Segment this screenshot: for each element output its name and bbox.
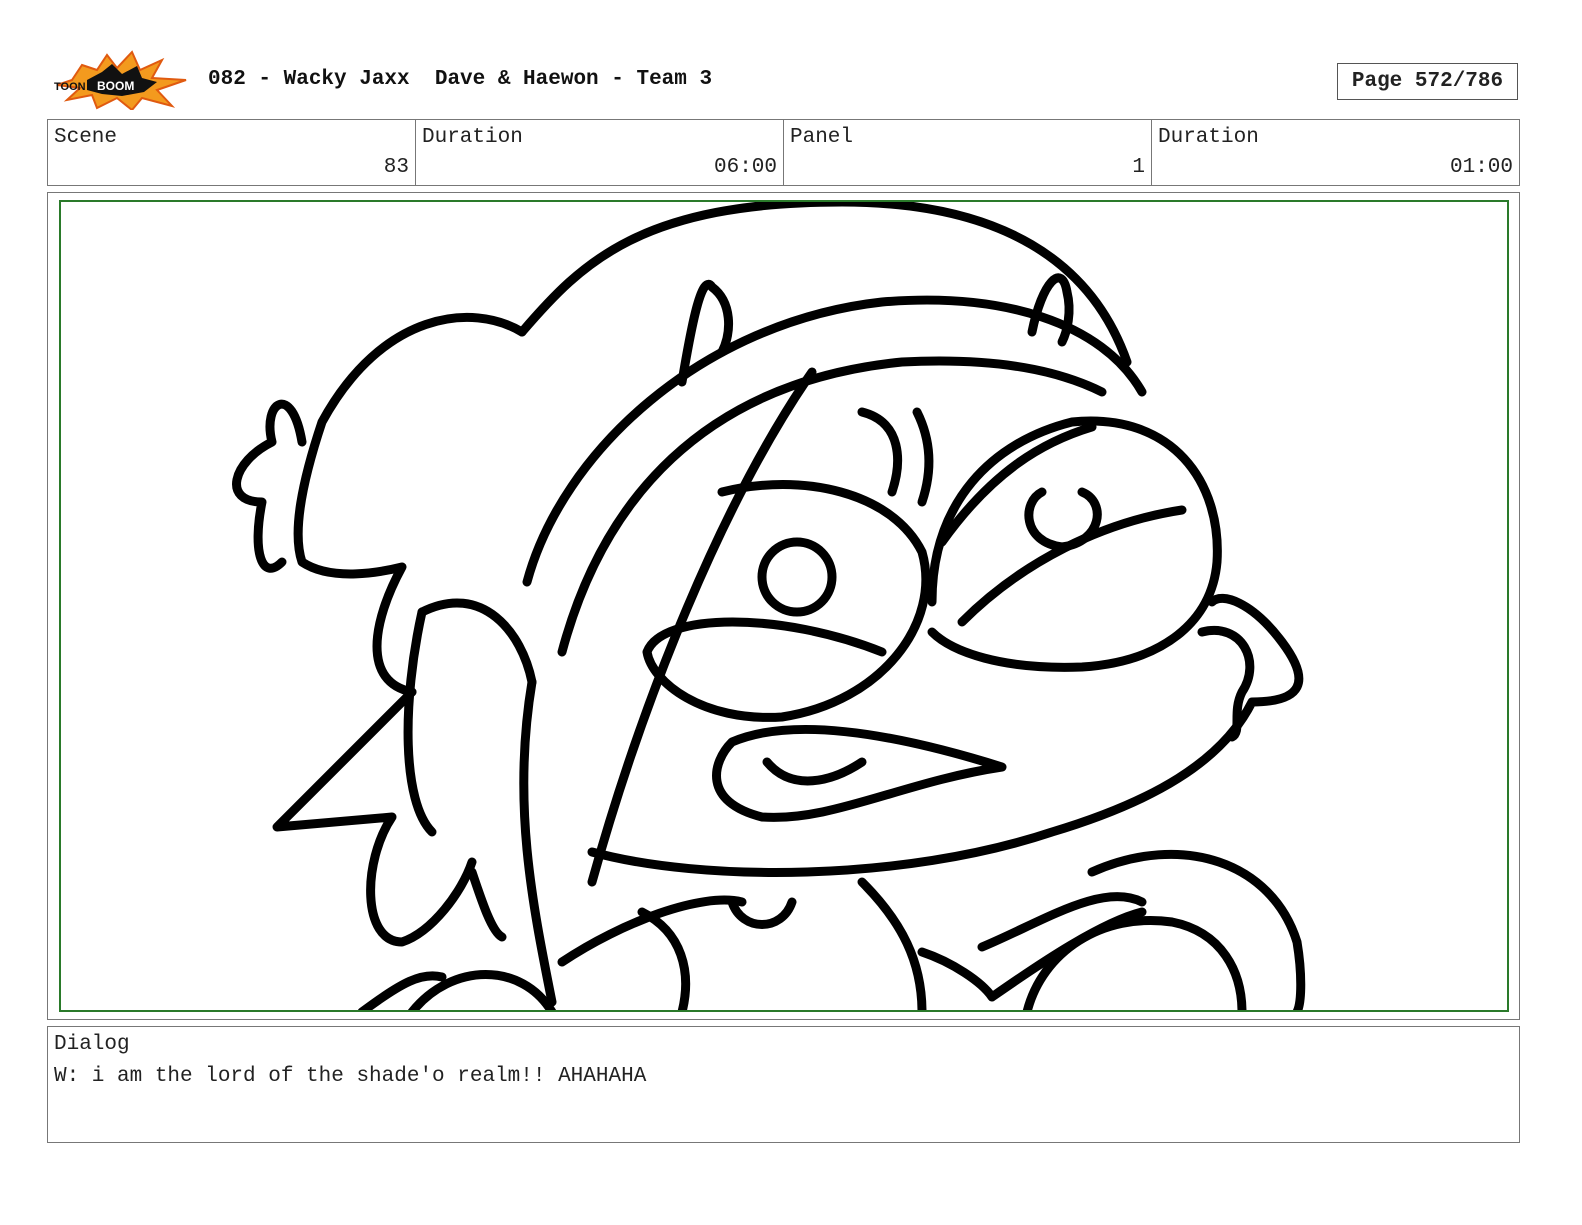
svg-text:TOON: TOON — [54, 81, 86, 93]
scene-label: Scene — [54, 126, 118, 149]
panel-label: Panel — [790, 126, 854, 149]
scene-value: 83 — [383, 156, 409, 179]
panel-value: 1 — [1132, 156, 1145, 179]
panel-duration-value: 01:00 — [1449, 156, 1513, 179]
panel-duration-cell: Duration 01:00 — [1152, 120, 1519, 185]
sketch-drawing — [232, 202, 1306, 1010]
dialog-text: W: i am the lord of the shade'o realm!! … — [54, 1065, 647, 1088]
panel-cell: Panel 1 — [784, 120, 1152, 185]
page-number: Page 572/786 — [1337, 63, 1518, 100]
dialog-box: Dialog W: i am the lord of the shade'o r… — [47, 1026, 1520, 1143]
scene-cell: Scene 83 — [48, 120, 416, 185]
storyboard-title: 082 - Wacky Jaxx Dave & Haewon - Team 3 — [208, 68, 713, 91]
panel-duration-label: Duration — [1158, 126, 1259, 149]
scene-duration-cell: Duration 06:00 — [416, 120, 784, 185]
scene-duration-value: 06:00 — [713, 156, 777, 179]
dialog-label: Dialog — [54, 1033, 130, 1056]
scene-info-table: Scene 83 Duration 06:00 Panel 1 Duration 01:… — [47, 119, 1520, 186]
svg-text:BOOM: BOOM — [97, 79, 134, 93]
panel-frame — [59, 200, 1509, 1012]
scene-duration-label: Duration — [422, 126, 523, 149]
toon-boom-logo: TOON BOOM — [52, 50, 188, 112]
